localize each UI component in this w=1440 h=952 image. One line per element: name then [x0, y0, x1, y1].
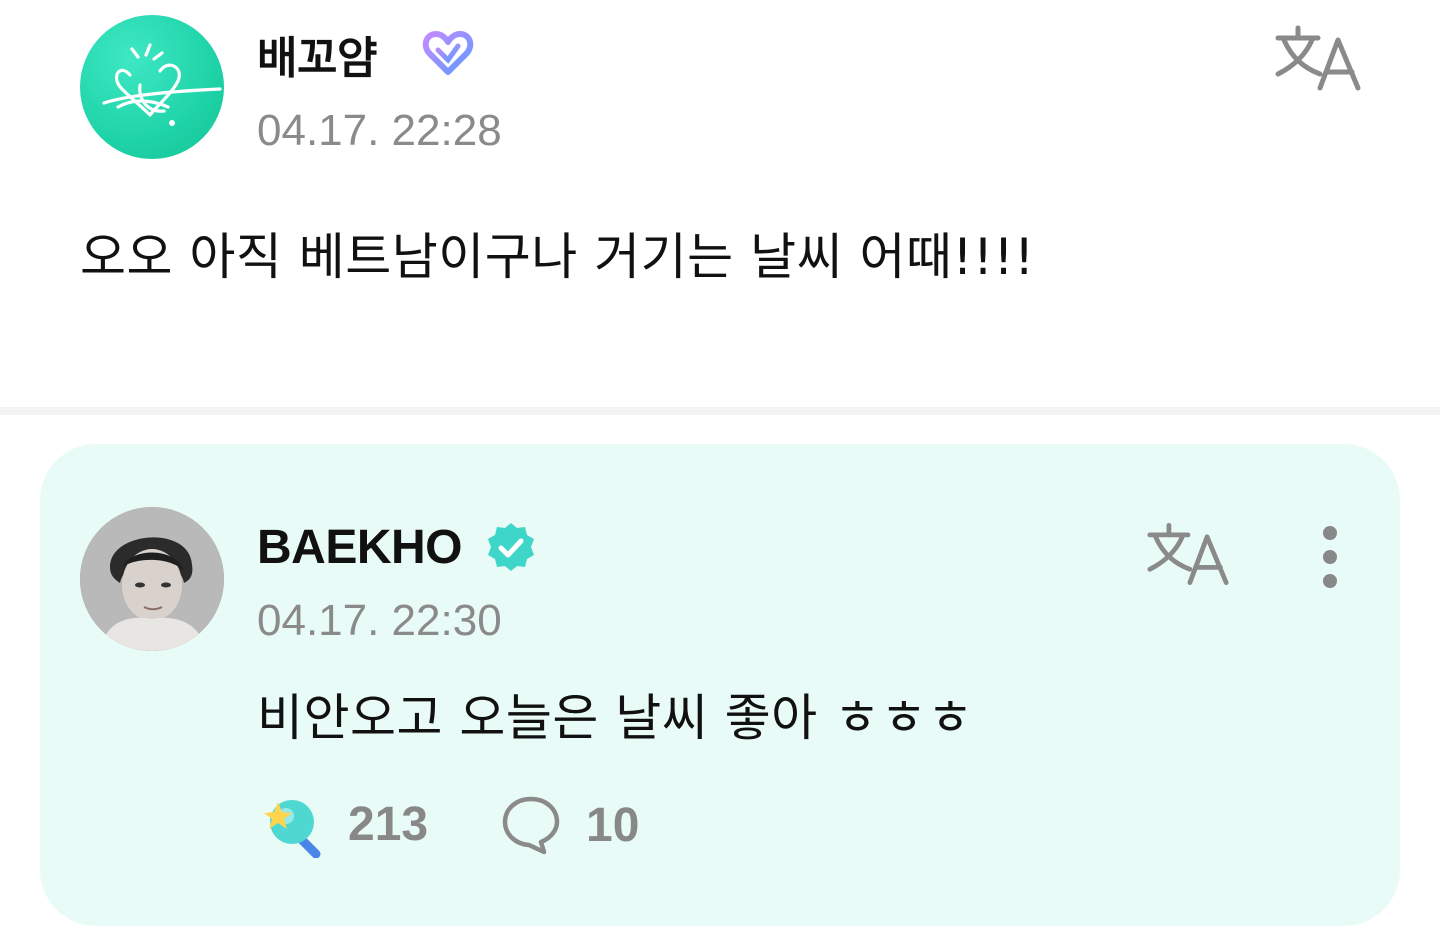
- comment-body: 비안오고 오늘은 날씨 좋아 ㅎㅎㅎ: [257, 689, 974, 747]
- like-lightstick-icon: [264, 800, 321, 858]
- author-avatar[interactable]: [80, 15, 224, 159]
- translate-icon[interactable]: [1146, 521, 1230, 587]
- like-button[interactable]: 213: [258, 790, 428, 858]
- author-name[interactable]: 배꼬얌: [257, 22, 377, 86]
- fan-membership-badge-icon: [422, 31, 474, 75]
- divider: [0, 407, 1440, 415]
- like-count: 213: [348, 797, 429, 851]
- post: 배꼬얌 04.17. 22:28 오오 아직 베트남이구나 거기는 날씨 어때!…: [0, 0, 1440, 410]
- comment-timestamp: 04.17. 22:30: [257, 596, 502, 645]
- verified-badge-icon: [488, 523, 534, 571]
- comment-bubble-icon: [502, 796, 560, 855]
- comment-count: 10: [586, 798, 640, 852]
- heart-logo-icon: [102, 43, 222, 126]
- more-vertical-icon[interactable]: [1316, 524, 1344, 590]
- translate-icon[interactable]: [1274, 24, 1362, 92]
- commenter-avatar[interactable]: [80, 507, 224, 651]
- comment-button[interactable]: 10: [500, 794, 639, 856]
- post-body: 오오 아직 베트남이구나 거기는 날씨 어때!!!!: [80, 228, 1035, 286]
- commenter-name[interactable]: BAEKHO: [257, 520, 463, 575]
- avatar-photo: [80, 507, 224, 651]
- post-timestamp: 04.17. 22:28: [257, 106, 502, 155]
